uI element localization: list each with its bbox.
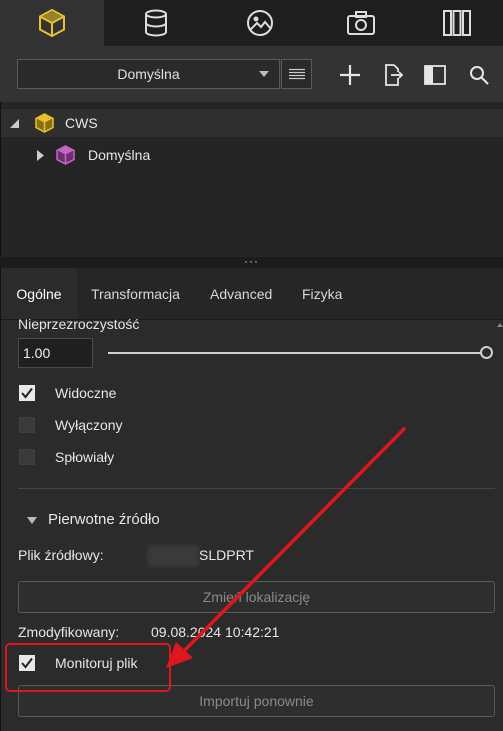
- annotation-arrow: [166, 427, 406, 668]
